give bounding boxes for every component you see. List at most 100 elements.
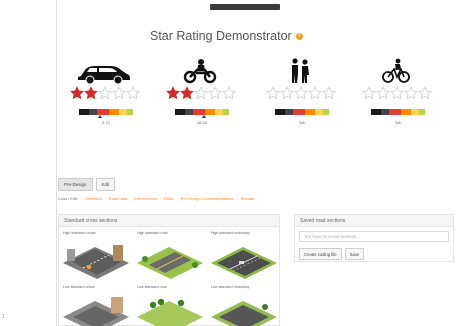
road-illustration [211,247,277,279]
star-empty-icon [308,86,322,100]
tab-pre-design[interactable]: Pre-Design [58,178,93,191]
risk-meter [275,109,329,115]
meter-segment [185,109,193,115]
meter-value: 2.72 [102,120,110,125]
link-risks[interactable]: Risks [164,196,174,201]
star-empty-icon [418,86,432,100]
road-card-high-rural[interactable]: High standard rural [135,231,205,279]
star-filled-icon [70,86,84,100]
star-empty-icon [266,86,280,100]
star-empty-icon [98,86,112,100]
road-card-high-urban[interactable]: High standard urban [61,231,131,279]
road-card-low-motorway[interactable]: Low standard motorway [209,285,279,326]
star-empty-icon [112,86,126,100]
road-label: High standard urban [63,231,96,235]
tab-edit[interactable]: Edit [95,178,116,191]
browser-top-bar [0,0,462,10]
road-illustration [137,247,203,279]
meter-segment [293,109,305,115]
link-countermeasures[interactable]: Pre-Design Countermeasures [181,196,234,201]
left-edge-line [56,0,57,326]
meter-marker [98,115,103,118]
star-empty-icon [322,86,336,100]
motorcycle-icon [160,58,240,84]
link-selection[interactable]: Selection [85,196,101,201]
star-filled-icon [180,86,194,100]
road-label: High standard motorway [211,231,250,235]
road-label: Low standard urban [63,285,95,289]
load-links: Load / Edit: Selection Road data Interse… [58,196,254,201]
road-illustration [211,301,277,326]
meter-segment [381,109,389,115]
page-title-row: Star Rating Demonstrator i [150,28,340,44]
star-empty-icon [280,86,294,100]
info-icon[interactable]: i [295,32,303,40]
saved-sections-input[interactable]: You have no saved sections... [299,231,449,242]
meter-value: 16.34 [196,120,207,125]
star-empty-icon [362,86,376,100]
road-card-low-rural[interactable]: Low standard rural [135,285,205,326]
star-empty-icon [404,86,418,100]
risk-meter [371,109,425,115]
meter-segment [315,109,323,115]
save-button[interactable]: Save [344,248,365,260]
meter-segment [371,109,381,115]
meter-segment [215,109,223,115]
road-card-low-urban[interactable]: Low standard urban [61,285,131,326]
meter-segment [127,109,133,115]
road-illustration [63,297,129,326]
panel-title: Standard cross sections [59,215,279,227]
cross-sections-panel: Standard cross sections High standard ur… [58,214,280,326]
button-row: Create coding file Save [299,248,365,260]
risk-meter [79,109,133,115]
top-tab-indicator [210,4,280,10]
meter-segment [79,109,89,115]
road-grid: High standard urban High standard rural … [59,231,281,326]
link-intersections[interactable]: Intersections [134,196,157,201]
meter-segment [109,109,119,115]
create-coding-file-button[interactable]: Create coding file [299,248,342,260]
edge-mark: 1 [2,314,5,320]
meter-segment [89,109,97,115]
star-empty-icon [376,86,390,100]
road-label: High standard rural [137,231,168,235]
meter-segment [419,109,425,115]
page-title: Star Rating Demonstrator [150,29,292,43]
link-results[interactable]: Results [241,196,254,201]
meter-segment [323,109,329,115]
star-empty-icon [208,86,222,100]
saved-sections-panel: Saved road sections You have no saved se… [294,214,454,262]
star-rating [266,86,336,100]
star-filled-icon [166,86,180,100]
star-rating [70,86,140,100]
meter-segment [119,109,127,115]
star-empty-icon [390,86,404,100]
car-icon [64,58,144,84]
star-rating [166,86,236,100]
meter-value: NA [395,120,401,125]
road-illustration [63,245,129,279]
tab-row: Pre-Design Edit [58,178,116,191]
road-illustration [137,298,203,326]
meter-segment [223,109,229,115]
road-label: Low standard rural [137,285,167,289]
link-road-data[interactable]: Road data [109,196,127,201]
meter-segment [389,109,401,115]
star-empty-icon [222,86,236,100]
meter-value: NA [299,120,305,125]
meter-segment [401,109,411,115]
mode-car: 2.72 [64,58,144,138]
panel-title: Saved road sections [295,215,453,227]
meter-segment [411,109,419,115]
meter-segment [275,109,285,115]
meter-segment [175,109,185,115]
road-label: Low standard motorway [211,285,250,289]
star-empty-icon [294,86,308,100]
controls-area: Pre-Design Edit Load / Edit: Selection R… [58,178,458,218]
mode-motorcycle: 16.34 [160,58,240,138]
mode-bicycle: NA [356,58,436,138]
meter-segment [285,109,293,115]
road-card-high-motorway[interactable]: High standard motorway [209,231,279,279]
star-empty-icon [194,86,208,100]
meter-segment [205,109,215,115]
